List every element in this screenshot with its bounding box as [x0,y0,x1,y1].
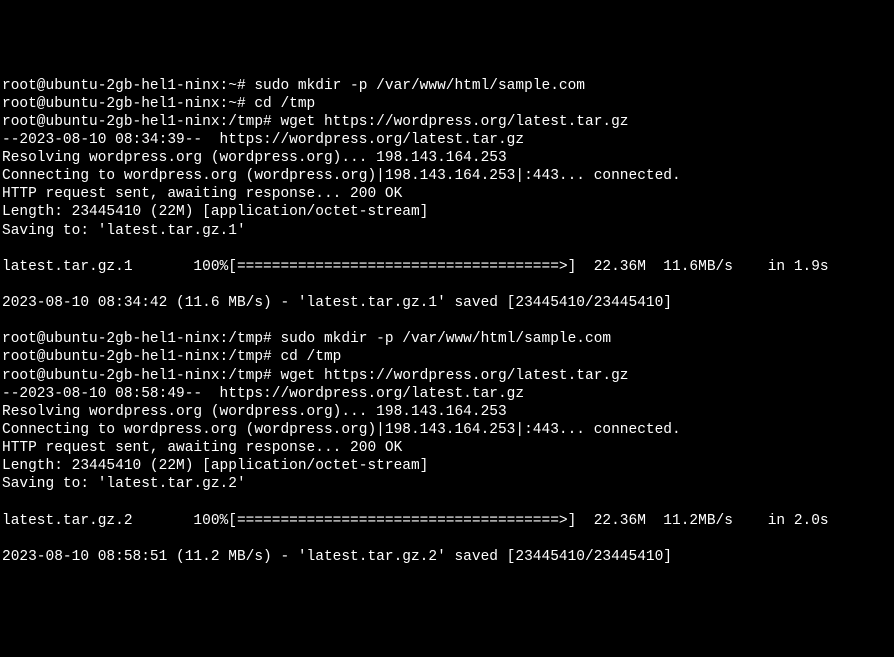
terminal-line: 2023-08-10 08:34:42 (11.6 MB/s) - 'lates… [2,294,892,312]
shell-command: sudo mkdir -p /var/www/html/sample.com [272,331,611,347]
shell-prompt: root@ubuntu-2gb-hel1-ninx:~# [2,96,246,112]
terminal-line: root@ubuntu-2gb-hel1-ninx:/tmp# wget htt… [2,367,892,385]
blank-line [2,493,892,511]
terminal-line: root@ubuntu-2gb-hel1-ninx:/tmp# sudo mkd… [2,330,892,348]
terminal-line: HTTP request sent, awaiting response... … [2,185,892,203]
terminal-line: 2023-08-10 08:58:51 (11.2 MB/s) - 'lates… [2,548,892,566]
terminal-line: --2023-08-10 08:58:49-- https://wordpres… [2,385,892,403]
terminal-line: Connecting to wordpress.org (wordpress.o… [2,421,892,439]
terminal-line: Connecting to wordpress.org (wordpress.o… [2,167,892,185]
terminal-line: root@ubuntu-2gb-hel1-ninx:~# cd /tmp [2,95,892,113]
blank-line [2,530,892,548]
shell-prompt: root@ubuntu-2gb-hel1-ninx:/tmp# [2,114,272,130]
shell-prompt: root@ubuntu-2gb-hel1-ninx:/tmp# [2,368,272,384]
shell-prompt: root@ubuntu-2gb-hel1-ninx:/tmp# [2,349,272,365]
terminal-line: Resolving wordpress.org (wordpress.org).… [2,149,892,167]
terminal-output[interactable]: root@ubuntu-2gb-hel1-ninx:~# sudo mkdir … [2,77,892,566]
terminal-line: Saving to: 'latest.tar.gz.1' [2,222,892,240]
progress-line: latest.tar.gz.1 100%[===================… [2,258,892,276]
shell-prompt: root@ubuntu-2gb-hel1-ninx:~# [2,78,246,94]
shell-command: cd /tmp [272,349,342,365]
terminal-line: --2023-08-10 08:34:39-- https://wordpres… [2,131,892,149]
terminal-line: Resolving wordpress.org (wordpress.org).… [2,403,892,421]
shell-command: sudo mkdir -p /var/www/html/sample.com [246,78,585,94]
terminal-line: root@ubuntu-2gb-hel1-ninx:~# sudo mkdir … [2,77,892,95]
terminal-line: Length: 23445410 (22M) [application/octe… [2,203,892,221]
terminal-line: Length: 23445410 (22M) [application/octe… [2,457,892,475]
shell-prompt: root@ubuntu-2gb-hel1-ninx:/tmp# [2,331,272,347]
shell-command: cd /tmp [246,96,316,112]
blank-line [2,240,892,258]
blank-line [2,312,892,330]
terminal-line: HTTP request sent, awaiting response... … [2,439,892,457]
shell-command: wget https://wordpress.org/latest.tar.gz [272,114,629,130]
terminal-line: Saving to: 'latest.tar.gz.2' [2,475,892,493]
shell-command: wget https://wordpress.org/latest.tar.gz [272,368,629,384]
terminal-line: root@ubuntu-2gb-hel1-ninx:/tmp# cd /tmp [2,348,892,366]
terminal-line: root@ubuntu-2gb-hel1-ninx:/tmp# wget htt… [2,113,892,131]
blank-line [2,276,892,294]
